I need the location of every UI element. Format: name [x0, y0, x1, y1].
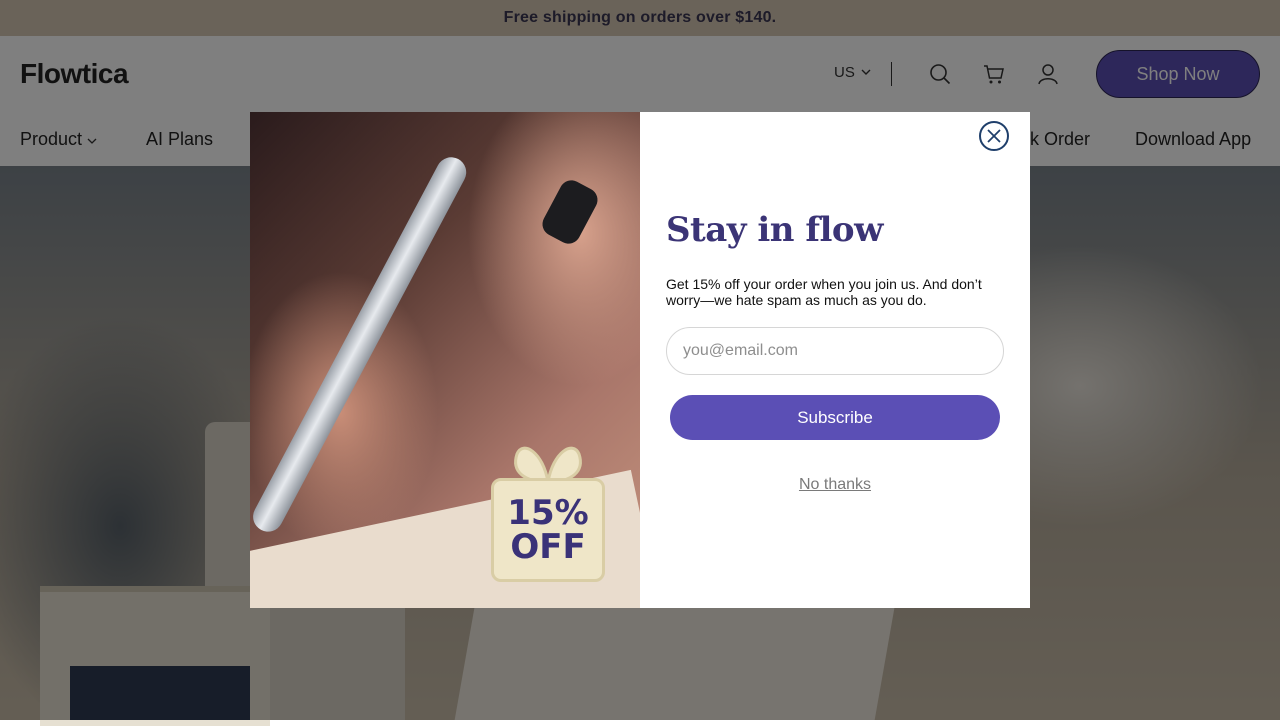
popup-title: Stay in flow	[666, 210, 883, 250]
email-field[interactable]	[666, 327, 1004, 375]
popup-description: Get 15% off your order when you join us.…	[666, 276, 982, 308]
popup-pen	[250, 152, 472, 537]
popup-content: Stay in flow Get 15% off your order when…	[640, 112, 1030, 608]
close-button[interactable]	[979, 121, 1009, 151]
gift-box: 15% OFF	[491, 478, 605, 582]
popup-image: 15% OFF	[250, 112, 640, 608]
subscribe-button[interactable]: Subscribe	[670, 395, 1000, 440]
badge-off: OFF	[510, 527, 586, 567]
badge-percent: 15%	[507, 493, 589, 533]
discount-badge: 15% OFF	[491, 442, 605, 582]
no-thanks-link[interactable]: No thanks	[640, 476, 1030, 494]
popup-pen-cap	[538, 176, 602, 248]
close-icon	[987, 129, 1001, 143]
newsletter-popup: 15% OFF Stay in flow Get 15% off your or…	[250, 112, 1030, 608]
